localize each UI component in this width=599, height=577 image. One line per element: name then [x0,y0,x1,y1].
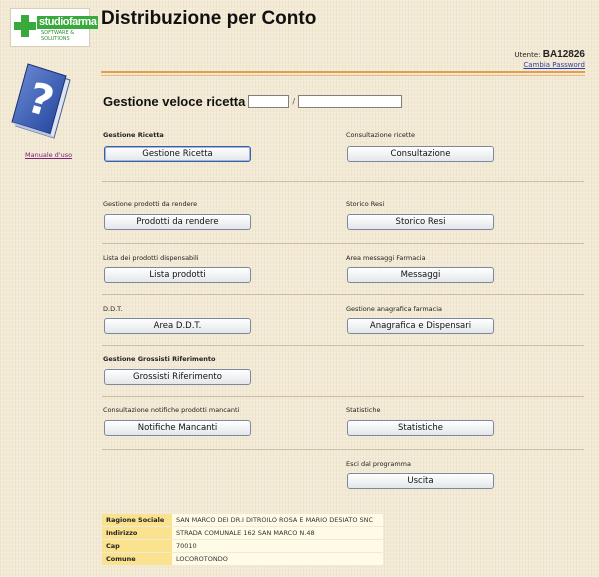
caption-consultazione: Consultazione ricette [346,131,416,139]
header-divider [101,71,585,73]
user-info: Utente: BA12826 Cambia Password [514,49,585,69]
row-label: Comune [102,552,172,566]
grossisti-riferimento-button[interactable]: Grossisti Riferimento [104,369,251,385]
caption-grossisti: Gestione Grossisti Riferimento [103,355,216,363]
help-book-icon[interactable]: ? [10,62,74,144]
caption-lista-prodotti: Lista dei prodotti dispensabili [103,254,199,262]
prescription-code-input[interactable] [248,95,290,108]
row-value: SAN MARCO DEI DR.I DITROILO ROSA E MARIO… [172,514,383,527]
row-label: Indirizzo [102,526,172,540]
caption-ddt: D.D.T. [103,305,123,313]
quick-prescription-label: Gestione veloce ricetta [103,94,246,109]
quick-prescription-bar: Gestione veloce ricetta / [103,94,403,109]
caption-notifiche: Consultazione notifiche prodotti mancant… [103,406,240,414]
section-divider [102,449,584,450]
messaggi-button[interactable]: Messaggi [347,267,494,283]
row-value: LOCOROTONDO [172,552,383,566]
user-label: Utente: [514,51,541,59]
anagrafica-dispensari-button[interactable]: Anagrafica e Dispensari [347,318,494,334]
consultazione-button[interactable]: Consultazione [347,146,494,162]
table-row: Cap 70010 [102,539,383,553]
statistiche-button[interactable]: Statistiche [347,420,494,436]
row-value: 70010 [172,539,383,553]
caption-messaggi: Area messaggi Farmacia [346,254,426,262]
pharmacy-info-table: Ragione Sociale SAN MARCO DEI DR.I DITRO… [102,514,383,566]
caption-uscita: Esci dal programma [346,460,411,468]
change-password-link[interactable]: Cambia Password [514,61,585,69]
section-divider [102,243,584,244]
lista-prodotti-button[interactable]: Lista prodotti [104,267,251,283]
row-label: Cap [102,539,172,553]
section-divider [102,294,584,295]
caption-storico-resi: Storico Resi [346,200,385,208]
logo-brand-text: studiofarma [37,16,99,29]
row-label: Ragione Sociale [102,514,172,527]
caption-anagrafica: Gestione anagrafica farmacia [346,305,443,313]
section-divider [102,181,584,182]
logo-tagline: SOFTWARE & SOLUTIONS [41,30,75,42]
user-manual-link[interactable]: Manuale d'uso [25,151,72,159]
gestione-ricetta-button[interactable]: Gestione Ricetta [104,146,251,162]
page-title: Distribuzione per Conto [101,8,317,29]
caption-statistiche: Statistiche [346,406,381,414]
studiofarma-logo: studiofarma SOFTWARE & SOLUTIONS [10,8,99,47]
notifiche-mancanti-button[interactable]: Notifiche Mancanti [104,420,251,436]
pharmacy-cross-icon [14,15,36,37]
table-row: Comune LOCOROTONDO [102,552,383,566]
uscita-button[interactable]: Uscita [347,473,494,489]
user-id: BA12826 [542,49,585,60]
table-row: Indirizzo STRADA COMUNALE 162 SAN MARCO … [102,526,383,540]
storico-resi-button[interactable]: Storico Resi [347,214,494,230]
caption-gestione-ricetta: Gestione Ricetta [103,131,164,139]
field-separator: / [292,97,296,106]
table-row: Ragione Sociale SAN MARCO DEI DR.I DITRO… [102,514,383,527]
section-divider [102,345,584,346]
area-ddt-button[interactable]: Area D.D.T. [104,318,251,334]
row-value: STRADA COMUNALE 162 SAN MARCO N.48 [172,526,383,540]
caption-prodotti-da-rendere: Gestione prodotti da rendere [103,200,198,208]
prescription-number-input[interactable] [298,95,403,108]
header-divider-secondary [101,75,585,76]
section-divider [102,396,584,397]
prodotti-da-rendere-button[interactable]: Prodotti da rendere [104,214,251,230]
